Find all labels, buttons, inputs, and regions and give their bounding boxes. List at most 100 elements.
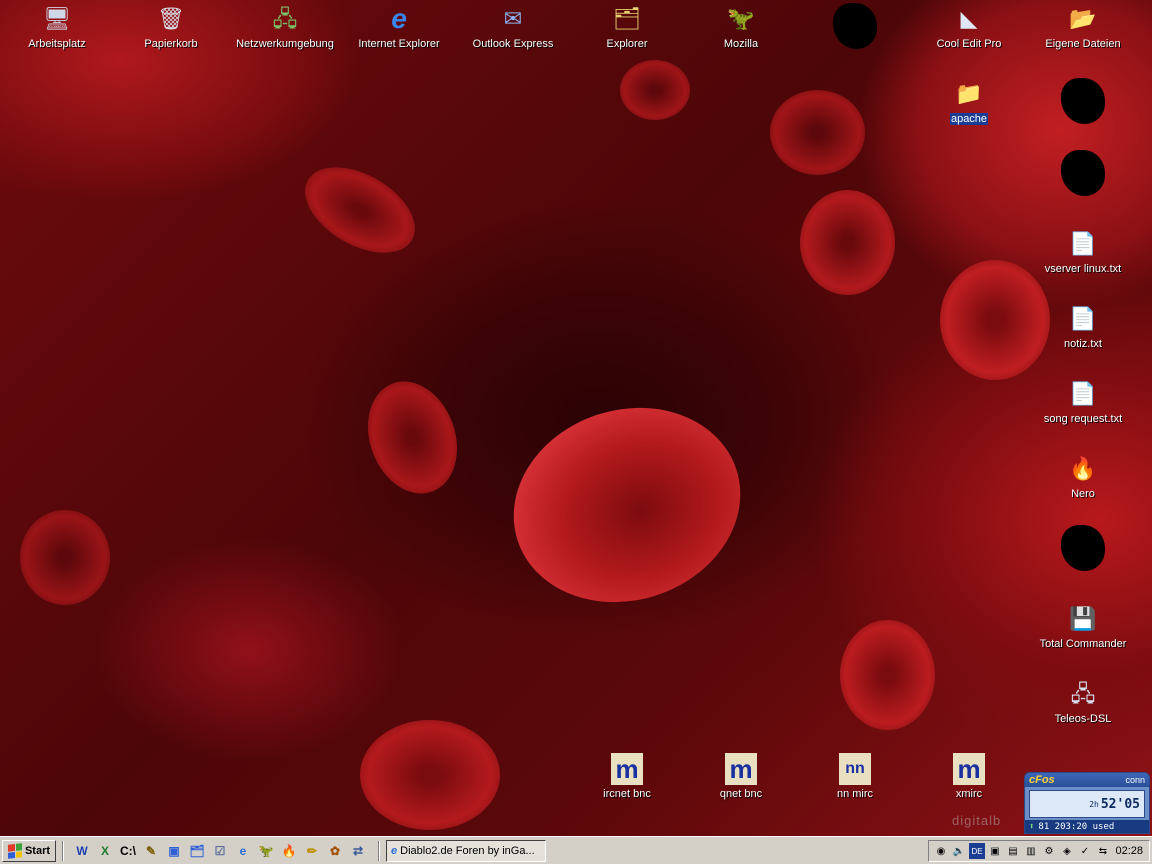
desktop-icon-notiz-txt[interactable]: 📄 notiz.txt [1028, 303, 1138, 373]
quick-launch-notepad-icon[interactable]: ✎ [141, 841, 161, 861]
settings-icon[interactable]: ⚙ [1041, 843, 1057, 859]
quick-launch-explorer-icon[interactable]: 🗂 [187, 841, 207, 861]
cfos-widget[interactable]: cFos conn 2h 52'05 ⬆ 81 203:20 used [1024, 772, 1150, 834]
cfos-status: conn [1125, 775, 1145, 785]
quick-launch-window-icon[interactable]: ▣ [164, 841, 184, 861]
desktop-icon-teleos-dsl[interactable]: 🖧 Teleos-DSL [1028, 678, 1138, 748]
desktop-icon-nero[interactable]: 🔥 Nero [1028, 453, 1138, 523]
arrow-up-icon: ⬆ [1029, 821, 1035, 832]
text-file-icon: 📄 [1069, 231, 1097, 256]
start-label: Start [24, 845, 51, 857]
taskbar-separator [378, 841, 380, 861]
mirc-icon: m [953, 753, 985, 785]
desktop-icon-label: Teleos-DSL [1054, 713, 1112, 725]
desktop-icon-label: nn mirc [836, 788, 874, 800]
desktop-icon-label: Cool Edit Pro [936, 38, 1002, 50]
task-button-label: Diablo2.de Foren by inGa... [400, 845, 535, 857]
explorer-icon: 🗂 [613, 6, 641, 31]
cfos-hours: 2h [1089, 799, 1099, 809]
tray-app-icon[interactable]: ▣ [987, 843, 1003, 859]
cfos-time: 52'05 [1100, 796, 1140, 812]
tray-app-icon[interactable]: ▤ [1005, 843, 1021, 859]
tray-app-icon[interactable]: ◈ [1059, 843, 1075, 859]
network-icon: 🖧 [272, 6, 298, 31]
desktop-icon-vserver-linux-txt[interactable]: 📄 vserver linux.txt [1028, 228, 1138, 298]
desktop-icon-redacted[interactable] [800, 3, 910, 73]
nero-icon: 🔥 [1069, 456, 1097, 481]
quick-launch-flower-icon[interactable]: ✿ [325, 841, 345, 861]
quick-launch-nero-icon[interactable]: 🔥 [279, 841, 299, 861]
quick-launch-word-icon[interactable]: W [72, 841, 92, 861]
wallpaper-watermark: digitalb [952, 813, 1002, 828]
folder-icon: 📁 [955, 81, 983, 106]
clock[interactable]: 02:28 [1115, 845, 1143, 857]
floppy-disk-icon: 💾 [1069, 606, 1097, 631]
blood-cell [352, 368, 473, 507]
desktop-icon-redacted[interactable] [1028, 78, 1138, 148]
connection-icon[interactable]: ⇆ [1095, 843, 1111, 859]
desktop-icon-ircnet-bnc[interactable]: m ircnet bnc [572, 753, 682, 823]
folder-icon: 📂 [1069, 6, 1097, 31]
desktop-icon-explorer[interactable]: 🗂 Explorer [572, 3, 682, 73]
task-button-diablo2-foren[interactable]: e Diablo2.de Foren by inGa... [386, 840, 546, 862]
speaker-icon[interactable]: 🔈 [951, 843, 967, 859]
blood-cell-large [488, 379, 766, 631]
quick-launch-command-prompt-icon[interactable]: C:\ [118, 841, 138, 861]
desktop-icon-eigene-dateien[interactable]: 📂 Eigene Dateien [1028, 3, 1138, 73]
start-button[interactable]: Start [2, 840, 56, 862]
desktop-icon-song-request-txt[interactable]: 📄 song request.txt [1028, 378, 1138, 448]
desktop-icon-label: Papierkorb [144, 38, 198, 50]
desktop-icon-internet-explorer[interactable]: e Internet Explorer [344, 3, 454, 73]
desktop-icon-label: Internet Explorer [358, 38, 440, 50]
desktop-icon-total-commander[interactable]: 💾 Total Commander [1028, 603, 1138, 673]
internet-explorer-icon: e [391, 845, 398, 857]
quick-launch-network-icon[interactable]: ⇄ [348, 841, 368, 861]
mirc-icon: m [611, 753, 643, 785]
network-icon: 🖧 [1070, 681, 1096, 706]
desktop-icon-label: xmirc [955, 788, 983, 800]
cfos-header: cFos conn [1025, 773, 1149, 787]
quick-launch-outlook-icon[interactable]: ☑ [210, 841, 230, 861]
desktop-icon-label: ircnet bnc [603, 788, 651, 800]
mirc-icon: m [725, 753, 757, 785]
blood-cell [360, 720, 500, 830]
cool-edit-pro-icon: ◣ [960, 6, 978, 31]
quick-launch-excel-icon[interactable]: X [95, 841, 115, 861]
desktop-icon-apache[interactable]: 📁 apache [914, 78, 1024, 148]
tray-app-icon[interactable]: ▥ [1023, 843, 1039, 859]
network-status-icon[interactable]: ◉ [933, 843, 949, 859]
tray-icons: ◉ 🔈 DE ▣ ▤ ▥ ⚙ ◈ ✓ ⇆ [933, 843, 1111, 859]
desktop-icon-arbeitsplatz[interactable]: 🖥 Arbeitsplatz [2, 3, 112, 73]
desktop-icon-label: qnet bnc [719, 788, 763, 800]
desktop-icon-redacted[interactable] [1028, 525, 1138, 595]
mozilla-icon: 🦖 [727, 6, 755, 31]
desktop-icon-qnet-bnc[interactable]: m qnet bnc [686, 753, 796, 823]
desktop-icon-cool-edit-pro[interactable]: ◣ Cool Edit Pro [914, 3, 1024, 73]
quick-launch-edit-icon[interactable]: ✏ [302, 841, 322, 861]
cfos-brand: cFos [1029, 774, 1055, 786]
check-icon[interactable]: ✓ [1077, 843, 1093, 859]
desktop-icon-redacted[interactable] [1028, 150, 1138, 220]
desktop-icon-label: song request.txt [1043, 413, 1123, 425]
blood-cell [20, 510, 110, 605]
desktop-icon-nn-mirc[interactable]: nn nn mirc [800, 753, 910, 823]
redacted-icon [1061, 150, 1105, 196]
blood-cell [290, 149, 430, 271]
system-tray: ◉ 🔈 DE ▣ ▤ ▥ ⚙ ◈ ✓ ⇆ 02:28 [928, 840, 1150, 862]
desktop-icon-label: notiz.txt [1064, 338, 1102, 350]
desktop-icon-label: Netzwerkumgebung [236, 38, 334, 50]
cfos-usage: 81 203:20 used [1038, 821, 1115, 832]
taskbar: Start W X C:\ ✎ ▣ 🗂 ☑ e 🦖 🔥 ✏ ✿ ⇄ e Diablo2.de Foren… [0, 836, 1152, 864]
desktop-icon-label: apache [949, 113, 989, 125]
quick-launch-mozilla-icon[interactable]: 🦖 [256, 841, 276, 861]
desktop-icon-mozilla[interactable]: 🦖 Mozilla [686, 3, 796, 73]
desktop-icon-netzwerkumgebung[interactable]: 🖧 Netzwerkumgebung [230, 3, 340, 73]
recycle-bin-icon: 🗑 [157, 6, 185, 31]
mirc-icon: nn [839, 753, 871, 785]
quick-launch-internet-explorer-icon[interactable]: e [233, 841, 253, 861]
blood-cell [800, 190, 895, 295]
desktop-icon-outlook-express[interactable]: ✉ Outlook Express [458, 3, 568, 73]
desktop-icon-label: Eigene Dateien [1045, 38, 1121, 50]
language-icon[interactable]: DE [969, 843, 985, 859]
desktop-icon-papierkorb[interactable]: 🗑 Papierkorb [116, 3, 226, 73]
